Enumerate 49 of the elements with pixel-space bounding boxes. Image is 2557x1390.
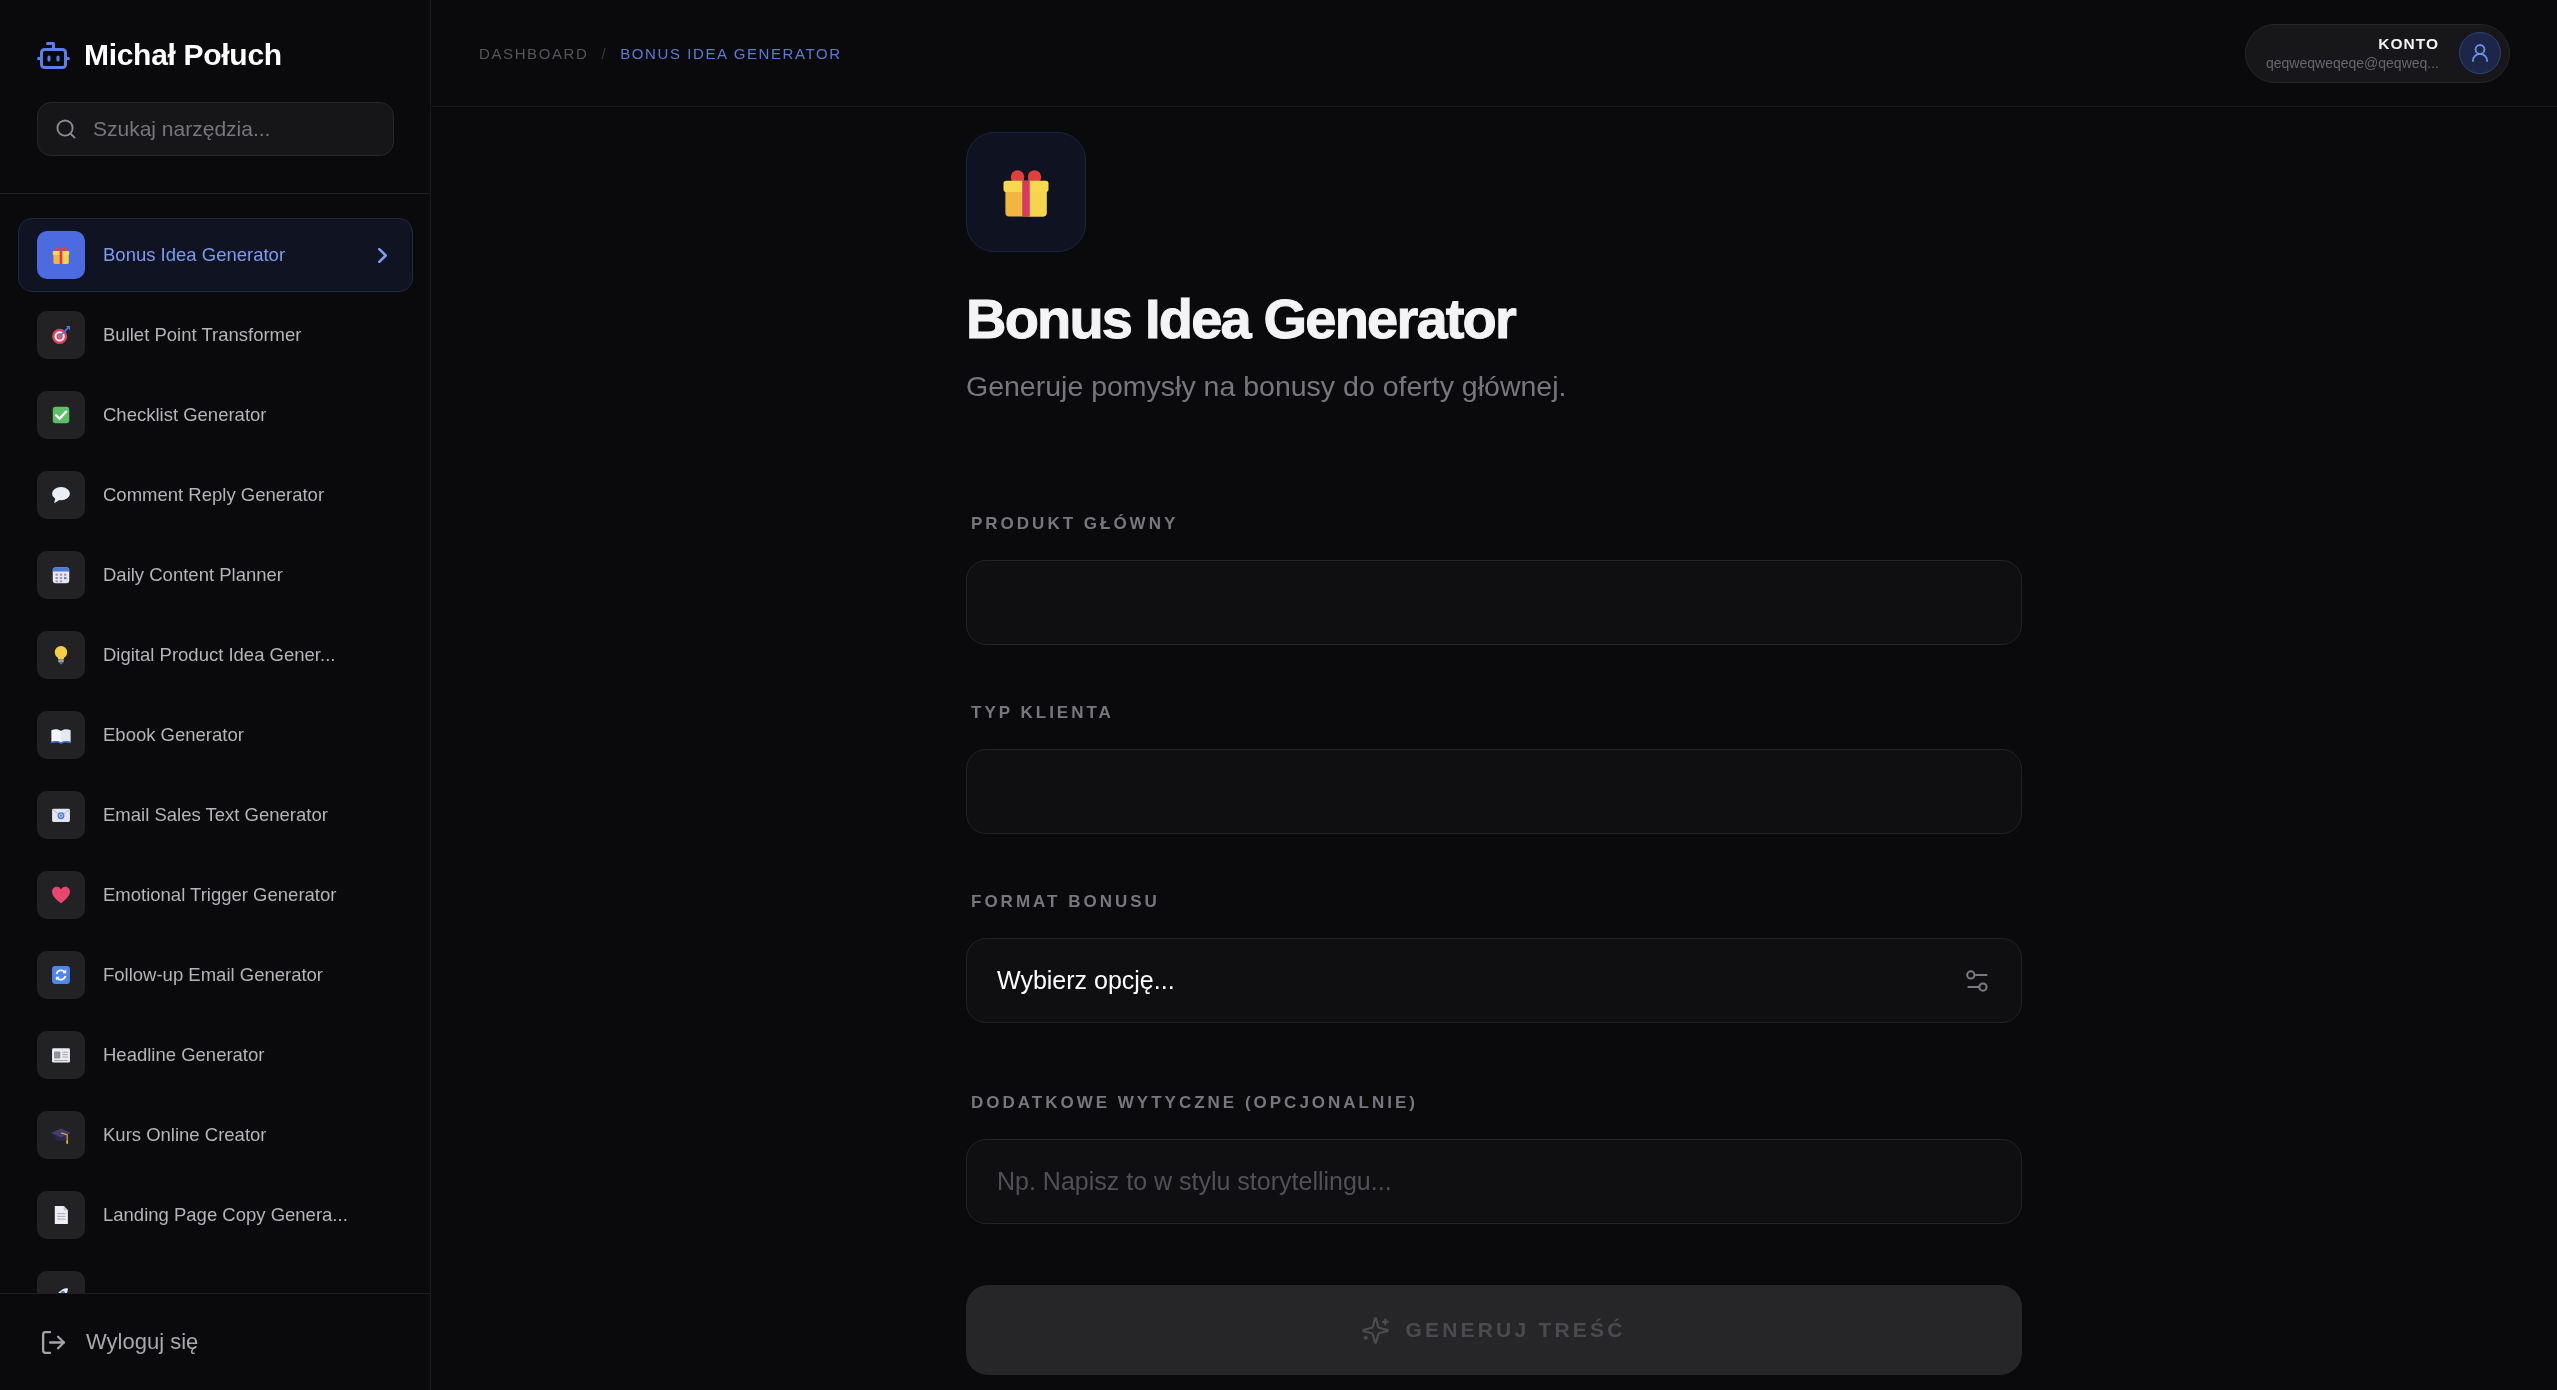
sidebar-item[interactable]: Headline Generator [18,1018,413,1092]
brand-name: Michał Połuch [84,38,282,72]
sidebar-item[interactable]: Bullet Point Transformer [18,298,413,372]
graduation-cap-icon [37,1111,85,1159]
checkbox-icon [37,391,85,439]
document-icon [37,1191,85,1239]
search-field[interactable]: Szukaj narzędzia... [37,102,394,156]
select-field[interactable]: Wybierz opcję... [966,938,2022,1023]
user-icon [2459,32,2501,74]
gift-icon [966,132,1086,252]
sidebar-item[interactable]: Bonus Idea Generator [18,218,413,292]
field-label: PRODUKT GŁÓWNY [970,514,1180,534]
sidebar-item[interactable]: Landing Page Copy Genera... [18,1178,413,1252]
speech-bubble-icon [37,471,85,519]
input-field[interactable]: Np. Napisz to w stylu storytellingu... [966,1139,2022,1224]
sidebar-item[interactable]: Comment Reply Generator [18,458,413,532]
lightbulb-icon [37,631,85,679]
field-label: TYP KLIENTA [970,703,1115,723]
breadcrumb-current: BONUS IDEA GENERATOR [620,44,842,62]
sliders-icon [1966,969,1989,992]
logout-icon [42,1330,65,1354]
sidebar-item[interactable]: Checklist Generator [18,378,413,452]
search-icon [56,119,76,139]
page-subtitle: Generuje pomysły na bonusy do oferty głównej. [966,369,1568,404]
newspaper-icon [37,1031,85,1079]
input-field[interactable] [966,749,2022,834]
sidebar-item[interactable]: Daily Content Planner [18,538,413,612]
sidebar-item[interactable]: Kurs Online Creator [18,1098,413,1172]
input-field[interactable] [966,560,2022,645]
page-title: Bonus Idea Generator [966,288,1517,350]
sidebar-item[interactable]: Email Sales Text Generator [18,778,413,852]
sparkles-icon [1362,1316,1390,1344]
logout-button[interactable]: Wyloguj się [42,1329,199,1355]
gift-icon [37,231,85,279]
robot-icon [37,41,70,69]
sidebar-item[interactable]: Digital Product Idea Gener... [18,618,413,692]
envelope-icon [37,791,85,839]
sidebar-item[interactable]: Follow-up Email Generator [18,938,413,1012]
refresh-icon [37,951,85,999]
field-label: FORMAT BONUSU [970,892,1161,912]
chevron-right-icon [378,247,387,263]
sidebar-item[interactable]: Ebook Generator [18,698,413,772]
account-button[interactable]: KONTO qeqweqweqeqe@qeqweq... [2245,23,2510,83]
calendar-icon [37,551,85,599]
target-icon [37,311,85,359]
field-label: DODATKOWE WYTYCZNE (OPCJONALNIE) [970,1093,1419,1113]
open-book-icon [37,711,85,759]
sidebar-item[interactable]: Emotional Trigger Generator [18,858,413,932]
breadcrumb-separator: / [601,44,608,62]
